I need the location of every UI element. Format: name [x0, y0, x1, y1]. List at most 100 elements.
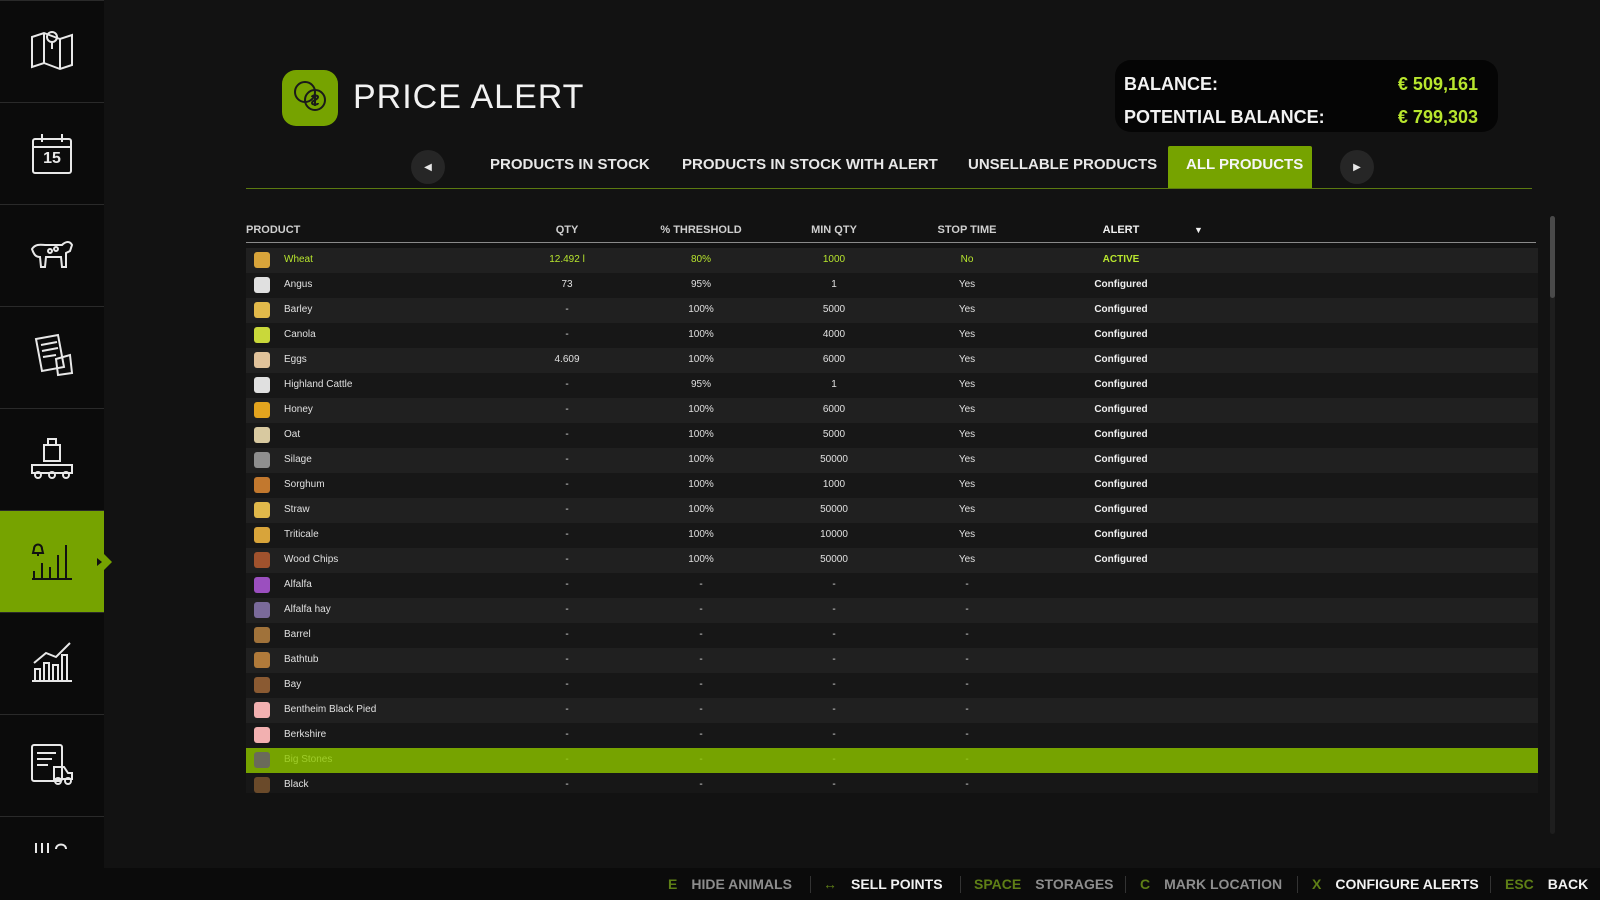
sidebar-item-animals[interactable]: [0, 204, 104, 306]
table-row[interactable]: Berkshire - - - -: [246, 723, 1538, 748]
footer-action-hide-animals[interactable]: E HIDE ANIMALS: [668, 876, 792, 892]
min-qty-cell: 6000: [822, 404, 846, 415]
table-row[interactable]: Silage - 100% 50000 Yes Configured: [246, 448, 1538, 473]
product-icon: [254, 652, 270, 668]
product-icon: [254, 527, 270, 543]
product-name: Alfalfa hay: [284, 604, 331, 615]
table-row[interactable]: Oat - 100% 5000 Yes Configured: [246, 423, 1538, 448]
sidebar-item-production[interactable]: [0, 408, 104, 510]
footer-key: C: [1140, 876, 1151, 892]
table-row[interactable]: Black - - - -: [246, 773, 1538, 793]
table-row[interactable]: Highland Cattle - 95% 1 Yes Configured: [246, 373, 1538, 398]
tab-unsellable-products[interactable]: UNSELLABLE PRODUCTS: [950, 146, 1175, 188]
threshold-cell: -: [699, 654, 703, 665]
tab-products-in-stock[interactable]: PRODUCTS IN STOCK: [472, 146, 668, 188]
min-qty-cell: 1: [831, 279, 837, 290]
footer-action-mark-location[interactable]: C MARK LOCATION: [1140, 876, 1282, 892]
table-row[interactable]: Alfalfa - - - -: [246, 573, 1538, 598]
production-icon: [26, 431, 78, 488]
table-row[interactable]: Big Stones - - - -: [246, 748, 1538, 773]
product-name: Silage: [284, 454, 312, 465]
threshold-cell: -: [699, 704, 703, 715]
qty-cell: -: [565, 454, 569, 465]
column-header-min-qty[interactable]: MIN QTY: [811, 224, 857, 236]
footer-action-sell-points[interactable]: ↔ SELL POINTS: [823, 876, 943, 892]
tab-next-button[interactable]: ▶: [1340, 150, 1374, 184]
table-row[interactable]: Wood Chips - 100% 50000 Yes Configured: [246, 548, 1538, 573]
column-header-alert[interactable]: ALERT: [1103, 224, 1140, 236]
vehicle-list-icon: [26, 737, 78, 794]
product-icon: [254, 402, 270, 418]
column-header-stop-time[interactable]: STOP TIME: [938, 224, 997, 236]
alert-cell: Configured: [1094, 454, 1148, 465]
table-row[interactable]: Triticale - 100% 10000 Yes Configured: [246, 523, 1538, 548]
footer-action-storages[interactable]: SPACE STORAGES: [974, 876, 1114, 892]
qty-cell: -: [565, 404, 569, 415]
tab-products-in-stock-with-alert[interactable]: PRODUCTS IN STOCK WITH ALERT: [664, 146, 956, 188]
alert-cell: Configured: [1094, 279, 1148, 290]
sidebar-item-vehicles[interactable]: [0, 714, 104, 816]
product-name: Alfalfa: [284, 579, 312, 590]
calendar-icon: 15: [26, 128, 78, 180]
table-row[interactable]: Canola - 100% 4000 Yes Configured: [246, 323, 1538, 348]
price-alert-chart-icon: [26, 533, 78, 590]
tab-all-products[interactable]: ALL PRODUCTS: [1168, 146, 1312, 189]
product-icon: [254, 727, 270, 743]
sidebar-item-price-alert[interactable]: [0, 510, 112, 612]
min-qty-cell: -: [832, 729, 836, 740]
table-row[interactable]: Bathtub - - - -: [246, 648, 1538, 673]
sort-caret-icon[interactable]: ▼: [1194, 225, 1203, 235]
column-header-product[interactable]: PRODUCT: [246, 224, 300, 236]
qty-cell: -: [565, 629, 569, 640]
footer-action-configure-alerts[interactable]: X CONFIGURE ALERTS: [1312, 876, 1479, 892]
table-row[interactable]: Barley - 100% 5000 Yes Configured: [246, 298, 1538, 323]
threshold-cell: 95%: [690, 279, 712, 290]
table-row[interactable]: Sorghum - 100% 1000 Yes Configured: [246, 473, 1538, 498]
table-scrollbar[interactable]: [1550, 216, 1555, 834]
sidebar: 15: [0, 0, 112, 900]
tab-prev-button[interactable]: ◀: [411, 150, 445, 184]
threshold-cell: -: [699, 679, 703, 690]
min-qty-cell: -: [832, 679, 836, 690]
qty-cell: -: [565, 654, 569, 665]
table-row[interactable]: Alfalfa hay - - - -: [246, 598, 1538, 623]
sidebar-item-calendar[interactable]: 15: [0, 102, 104, 204]
sidebar-item-statistics[interactable]: [0, 612, 104, 714]
sidebar-item-more[interactable]: [0, 816, 104, 866]
table-row[interactable]: Honey - 100% 6000 Yes Configured: [246, 398, 1538, 423]
alert-cell: Configured: [1094, 329, 1148, 340]
stop-time-cell: -: [965, 704, 969, 715]
sidebar-item-map[interactable]: [0, 0, 104, 102]
qty-cell: -: [565, 729, 569, 740]
scrollbar-thumb[interactable]: [1550, 216, 1555, 298]
balance-row: BALANCE: € 509,161: [1124, 68, 1478, 101]
table-row[interactable]: Bentheim Black Pied - - - -: [246, 698, 1538, 723]
sidebar-item-contracts[interactable]: [0, 306, 104, 408]
stop-time-cell: Yes: [958, 479, 976, 490]
table-row[interactable]: Eggs 4.609 100% 6000 Yes Configured: [246, 348, 1538, 373]
qty-cell: -: [565, 504, 569, 515]
alert-cell: Configured: [1094, 304, 1148, 315]
alert-cell: Configured: [1094, 404, 1148, 415]
product-name: Wood Chips: [284, 554, 339, 565]
table-row[interactable]: Wheat 12.492 l 80% 1000 No ACTIVE: [246, 248, 1538, 273]
min-qty-cell: 1000: [822, 254, 846, 265]
min-qty-cell: 50000: [820, 454, 848, 465]
column-header-threshold[interactable]: % THRESHOLD: [660, 224, 741, 236]
qty-cell: 4.609: [554, 354, 580, 365]
balance-value: € 509,161: [1397, 74, 1478, 94]
table-row[interactable]: Bay - - - -: [246, 673, 1538, 698]
stop-time-cell: -: [965, 629, 969, 640]
footer-key: X: [1312, 876, 1322, 892]
qty-cell: -: [565, 604, 569, 615]
footer-action-back[interactable]: ESC BACK: [1505, 876, 1588, 892]
table-row[interactable]: Barrel - - - -: [246, 623, 1538, 648]
product-name: Barrel: [284, 629, 311, 640]
product-icon: [254, 577, 270, 593]
product-name: Black: [284, 779, 309, 790]
min-qty-cell: 10000: [820, 529, 848, 540]
min-qty-cell: -: [832, 654, 836, 665]
table-row[interactable]: Angus 73 95% 1 Yes Configured: [246, 273, 1538, 298]
column-header-qty[interactable]: QTY: [556, 224, 579, 236]
table-row[interactable]: Straw - 100% 50000 Yes Configured: [246, 498, 1538, 523]
